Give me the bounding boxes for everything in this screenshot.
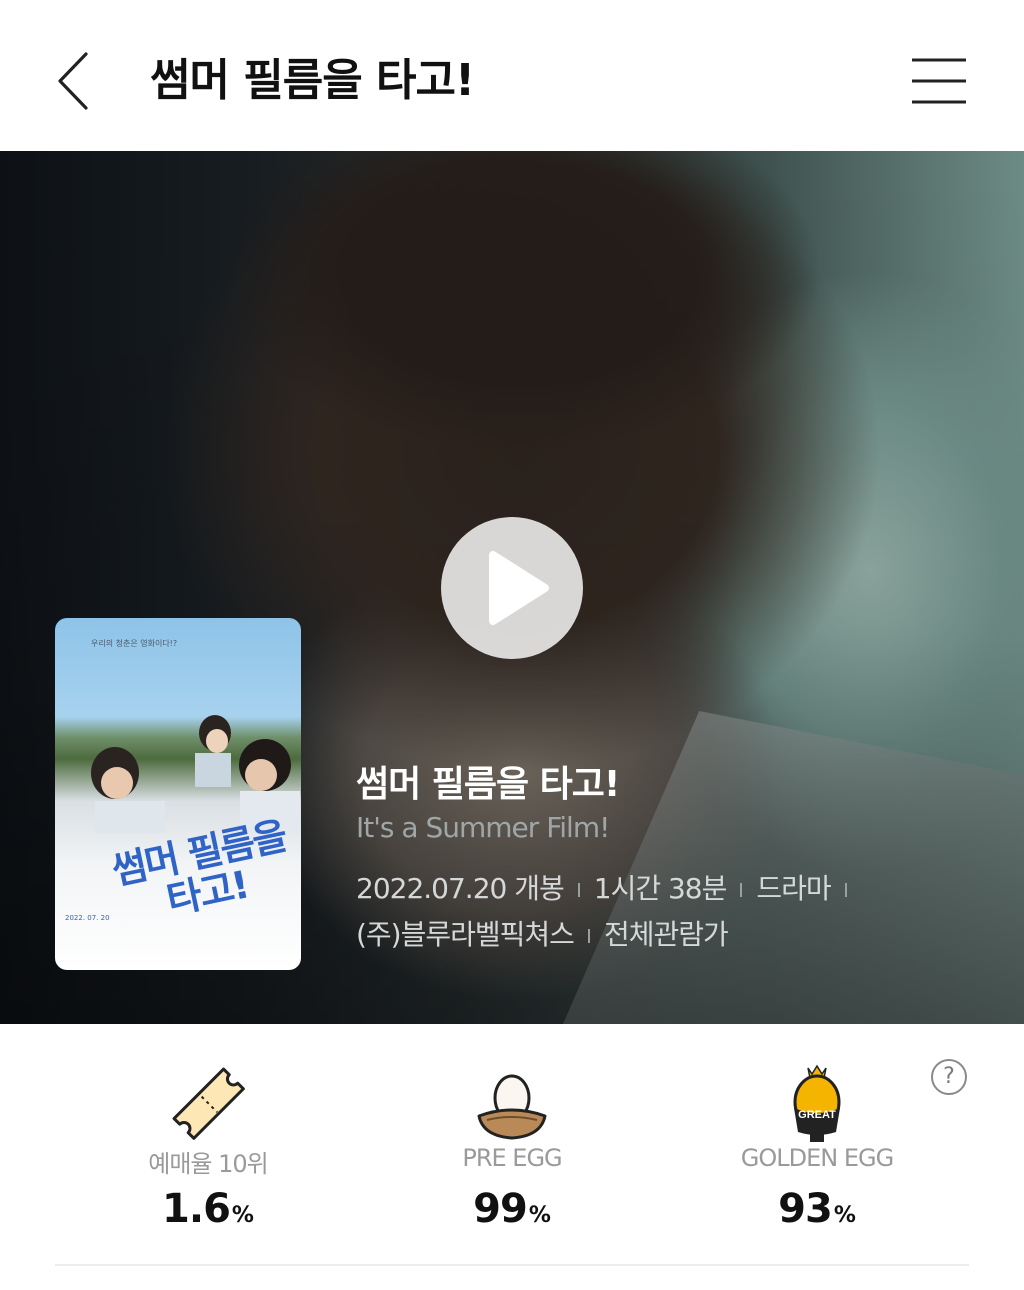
movie-meta-row: (주)블루라벨픽쳐스 전체관람가 xyxy=(356,913,729,953)
meta-separator xyxy=(587,929,590,943)
movie-meta-row: 2022.07.20 개봉 1시간 38분 드라마 xyxy=(356,867,861,907)
movie-stats: 예매율 10위 1.6% PRE EGG 99% GREAT GOLDEN EG… xyxy=(0,1024,1024,1290)
chevron-left-icon xyxy=(58,52,88,110)
distributor: (주)블루라벨픽쳐스 xyxy=(356,918,575,951)
movie-title: 썸머 필름을 타고! xyxy=(356,764,620,805)
hamburger-menu-icon xyxy=(912,58,966,104)
app-header: 썸머 필름을 타고! xyxy=(0,0,1024,151)
reservation-rate-stat[interactable]: 예매율 10위 1.6% xyxy=(58,1024,358,1254)
ticket-icon xyxy=(172,1067,245,1140)
play-trailer-button[interactable] xyxy=(441,517,583,659)
poster-date: 2022. 07. 20 xyxy=(65,914,110,922)
meta-separator xyxy=(844,883,847,897)
meta-separator xyxy=(577,883,580,897)
movie-poster[interactable]: 우리의 청춘은 영화이다!? 썸머 필름을 타고! 2022. 07. 20 xyxy=(55,618,301,970)
poster-people-illustration xyxy=(91,715,300,833)
egg-nest-icon xyxy=(477,1074,547,1140)
pre-egg-stat[interactable]: PRE EGG 99% xyxy=(362,1024,662,1254)
movie-subtitle: It's a Summer Film! xyxy=(356,811,610,844)
great-badge-text: GREAT xyxy=(798,1109,836,1121)
age-rating: 전체관람가 xyxy=(603,918,729,951)
golden-egg-icon: GREAT xyxy=(793,1064,841,1142)
reservation-rate-value: 1.6% xyxy=(162,1186,254,1232)
meta-separator xyxy=(740,883,743,897)
golden-egg-value: 93% xyxy=(778,1186,856,1232)
play-icon xyxy=(489,551,549,625)
runtime: 1시간 38분 xyxy=(593,872,728,905)
golden-egg-stat[interactable]: GREAT GOLDEN EGG 93% xyxy=(667,1024,967,1254)
pre-egg-label: PRE EGG xyxy=(462,1144,562,1172)
release-date: 2022.07.20 개봉 xyxy=(356,872,565,905)
help-button[interactable]: ? xyxy=(931,1059,967,1095)
reservation-rank-label: 예매율 10위 xyxy=(148,1150,269,1178)
genre: 드라마 xyxy=(756,872,831,905)
section-divider xyxy=(55,1264,969,1266)
trailer-hero[interactable]: 우리의 청춘은 영화이다!? 썸머 필름을 타고! 2022. 07. 20 썸… xyxy=(0,151,1024,1024)
page-title: 썸머 필름을 타고! xyxy=(150,55,475,106)
menu-button[interactable] xyxy=(906,52,970,110)
poster-tagline: 우리의 청춘은 영화이다!? xyxy=(91,639,178,648)
back-button[interactable] xyxy=(48,46,104,116)
pre-egg-value: 99% xyxy=(473,1186,551,1232)
golden-egg-label: GOLDEN EGG xyxy=(740,1144,894,1172)
